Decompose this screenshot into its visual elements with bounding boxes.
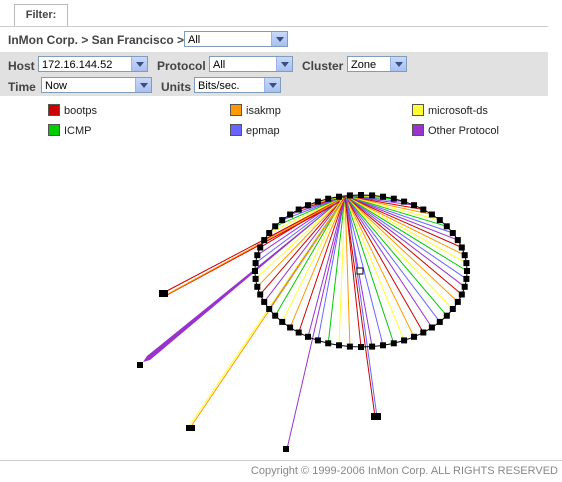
host-node [266,306,273,312]
traffic-link [289,195,346,328]
host-node [336,193,342,200]
host-node [346,343,353,350]
host-node [428,324,435,331]
host-node [428,211,435,218]
host-node [390,195,397,202]
host-node [346,192,353,199]
host-node [449,230,456,236]
host-node [464,268,470,274]
host-node [283,446,289,452]
host-node [287,324,294,331]
host-node [358,192,364,198]
traffic-link [344,197,376,418]
host-node [458,244,465,251]
host-node [369,343,376,350]
host-node [380,342,386,349]
host-node [449,306,456,312]
host-node [443,223,450,230]
host-node [272,312,279,319]
traffic-graph [137,192,470,452]
footer-divider [0,460,562,461]
host-node [137,362,143,368]
host-node [458,291,465,298]
center-host-node [356,267,364,275]
host-node [436,318,443,325]
host-node [420,329,427,336]
host-node [254,252,261,259]
host-node [325,195,332,202]
host-node [336,342,342,349]
host-node [401,198,408,205]
host-node [314,198,321,205]
host-node [266,230,273,236]
host-node [454,237,461,244]
host-node [254,283,261,290]
host-node [314,337,321,344]
host-node [454,298,461,305]
traffic-link [187,197,344,429]
host-node [159,290,168,297]
host-node [461,283,468,290]
host-node [411,202,417,209]
host-node [371,413,381,420]
host-node [252,275,259,282]
host-node [252,268,258,274]
host-node [279,217,286,224]
host-node [257,244,264,251]
host-node [436,217,443,224]
host-node [261,237,268,244]
host-node [369,192,376,199]
host-node [401,337,408,344]
traffic-link [286,197,346,450]
host-node [390,340,397,347]
host-node [305,202,311,209]
host-node [358,344,364,350]
host-node [257,291,264,298]
host-node [443,312,450,319]
host-node [411,333,417,340]
host-node [325,340,332,347]
host-node [261,298,268,305]
traffic-link [344,195,424,333]
host-node [252,260,259,267]
host-node [461,252,468,259]
host-node [463,275,470,282]
host-node [186,425,195,431]
host-node [295,206,302,213]
host-node [287,211,294,218]
copyright: Copyright © 1999-2006 InMon Corp. ALL RI… [250,465,558,477]
host-node [279,318,286,325]
host-node [463,260,470,267]
host-node [305,333,311,340]
host-node [420,206,427,213]
host-node [272,223,279,230]
host-node [380,193,386,200]
host-node [295,329,302,336]
traffic-link [344,195,433,328]
